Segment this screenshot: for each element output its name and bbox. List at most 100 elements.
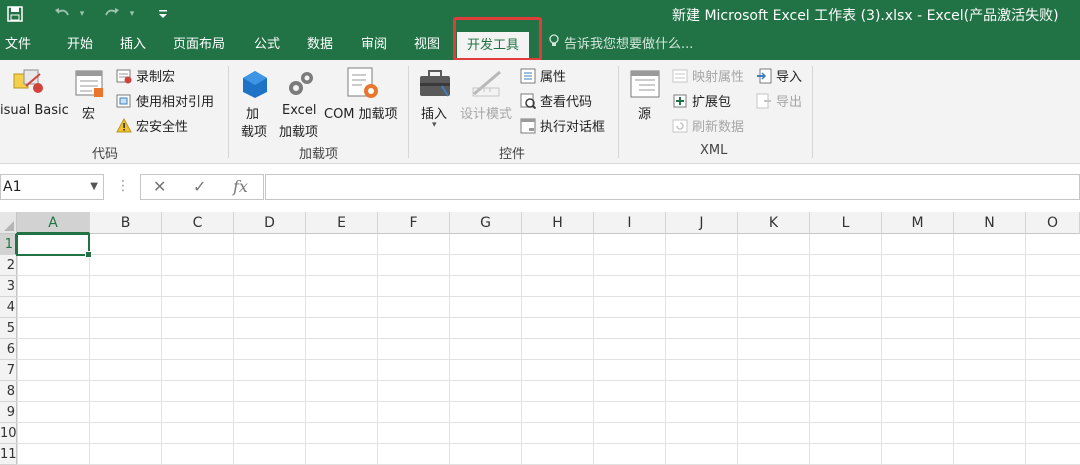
- view-code-label: 查看代码: [540, 95, 593, 110]
- import-icon: [756, 68, 772, 84]
- insert-function-icon[interactable]: fx: [233, 177, 248, 196]
- row-header[interactable]: 4: [0, 297, 17, 318]
- ribbon-tabs: 文件 开始 插入 页面布局 公式 数据 审阅 视图 开发工具 告诉我您想要做什么…: [0, 30, 1080, 60]
- column-header[interactable]: F: [378, 212, 450, 234]
- column-header[interactable]: C: [162, 212, 234, 234]
- properties-button[interactable]: 属性: [520, 66, 566, 85]
- view-code-button[interactable]: 查看代码: [520, 91, 592, 110]
- column-header[interactable]: M: [882, 212, 954, 234]
- row-header[interactable]: 2: [0, 255, 17, 276]
- active-cell-a1[interactable]: [16, 233, 92, 258]
- formula-bar-grip-icon[interactable]: ⋮: [116, 178, 130, 194]
- redo-dropdown-icon[interactable]: ▾: [126, 3, 138, 25]
- properties-label: 属性: [540, 70, 567, 85]
- toolbox-icon: [418, 68, 452, 102]
- insert-control-button[interactable]: 插入 ▾: [416, 66, 456, 142]
- tab-data[interactable]: 数据: [307, 30, 333, 60]
- column-header[interactable]: L: [810, 212, 882, 234]
- xml-source-icon: [629, 68, 661, 104]
- column-header[interactable]: B: [90, 212, 162, 234]
- design-mode-icon: [470, 68, 504, 102]
- relative-reference-label: 使用相对引用: [136, 95, 215, 110]
- cancel-icon[interactable]: ✕: [153, 177, 166, 196]
- run-dialog-button[interactable]: 执行对话框: [520, 116, 605, 135]
- insert-dropdown-icon: ▾: [432, 120, 437, 130]
- xml-source-label: 源: [638, 107, 652, 122]
- redo-icon[interactable]: [100, 3, 124, 25]
- column-header[interactable]: H: [522, 212, 594, 234]
- addins-icon: [239, 68, 271, 104]
- addins-label-1: 加: [246, 107, 260, 122]
- addins-button[interactable]: 加 载项: [236, 66, 274, 140]
- addins-group-label: 加载项: [299, 147, 339, 162]
- column-header[interactable]: J: [666, 212, 738, 234]
- row-header[interactable]: 1: [0, 234, 17, 255]
- tell-me-box[interactable]: 告诉我您想要做什么...: [548, 30, 693, 60]
- undo-icon[interactable]: [50, 3, 74, 25]
- map-properties-icon: [672, 68, 688, 84]
- name-box-dropdown-icon[interactable]: ▼: [90, 175, 98, 199]
- expansion-packs-button[interactable]: 扩展包: [672, 91, 731, 110]
- macro-security-label: 宏安全性: [136, 120, 189, 135]
- addins-label-2: 载项: [241, 125, 268, 140]
- tab-insert[interactable]: 插入: [120, 30, 146, 60]
- column-header[interactable]: K: [738, 212, 810, 234]
- column-header[interactable]: I: [594, 212, 666, 234]
- excel-addins-label-2: 加载项: [279, 125, 319, 140]
- formula-bar-buttons: ✕ ✓ fx: [140, 174, 264, 200]
- record-macro-button[interactable]: 录制宏: [116, 66, 175, 85]
- macros-icon: [74, 68, 106, 104]
- row-header[interactable]: 9: [0, 402, 17, 423]
- column-header[interactable]: N: [954, 212, 1026, 234]
- macros-label: 宏: [82, 107, 96, 122]
- save-icon[interactable]: [4, 3, 26, 25]
- undo-dropdown-icon[interactable]: ▾: [76, 3, 88, 25]
- row-header[interactable]: 7: [0, 360, 17, 381]
- tab-formulas[interactable]: 公式: [254, 30, 280, 60]
- tab-developer[interactable]: 开发工具: [457, 32, 530, 60]
- group-separator: [618, 66, 619, 158]
- customize-icon[interactable]: [154, 3, 172, 25]
- select-all-button[interactable]: [0, 212, 17, 234]
- row-header[interactable]: 5: [0, 318, 17, 339]
- relative-reference-button[interactable]: 使用相对引用: [116, 91, 214, 110]
- row-header[interactable]: 10: [0, 423, 17, 444]
- controls-group-label: 控件: [499, 147, 526, 162]
- macros-button[interactable]: 宏: [72, 66, 108, 136]
- refresh-icon: [672, 118, 688, 134]
- macro-security-button[interactable]: 宏安全性: [116, 116, 188, 135]
- cell-area[interactable]: [17, 234, 1080, 465]
- row-header[interactable]: 8: [0, 381, 17, 402]
- export-button[interactable]: 导出: [756, 91, 802, 110]
- lightbulb-icon: [548, 30, 564, 60]
- column-header[interactable]: E: [306, 212, 378, 234]
- row-header[interactable]: 11: [0, 444, 17, 465]
- column-header[interactable]: A: [17, 212, 90, 234]
- refresh-data-button[interactable]: 刷新数据: [672, 116, 744, 135]
- formula-input[interactable]: [265, 174, 1080, 200]
- column-header[interactable]: O: [1026, 212, 1080, 234]
- expansion-packs-icon: [672, 93, 688, 109]
- map-properties-button[interactable]: 映射属性: [672, 66, 744, 85]
- excel-addins-button[interactable]: Excel 加载项: [278, 66, 322, 140]
- design-mode-button[interactable]: 设计模式: [460, 66, 518, 138]
- row-header[interactable]: 3: [0, 276, 17, 297]
- import-button[interactable]: 导入: [756, 66, 802, 85]
- tab-page-layout[interactable]: 页面布局: [173, 30, 225, 60]
- record-macro-icon: [116, 68, 132, 84]
- com-addins-button[interactable]: COM 加载项: [324, 66, 404, 138]
- tab-home[interactable]: 开始: [67, 30, 93, 60]
- row-header[interactable]: 6: [0, 339, 17, 360]
- run-dialog-icon: [520, 118, 536, 134]
- tab-review[interactable]: 审阅: [361, 30, 387, 60]
- xml-group-label: XML: [700, 143, 728, 158]
- enter-icon[interactable]: ✓: [193, 177, 206, 196]
- column-header[interactable]: D: [234, 212, 306, 234]
- tab-file[interactable]: 文件: [5, 30, 31, 60]
- visual-basic-button[interactable]: isual Basic: [0, 66, 69, 136]
- tab-view[interactable]: 视图: [414, 30, 440, 60]
- xml-source-button[interactable]: 源: [626, 66, 664, 138]
- name-box[interactable]: A1 ▼: [0, 174, 104, 200]
- group-separator: [408, 66, 409, 158]
- column-header[interactable]: G: [450, 212, 522, 234]
